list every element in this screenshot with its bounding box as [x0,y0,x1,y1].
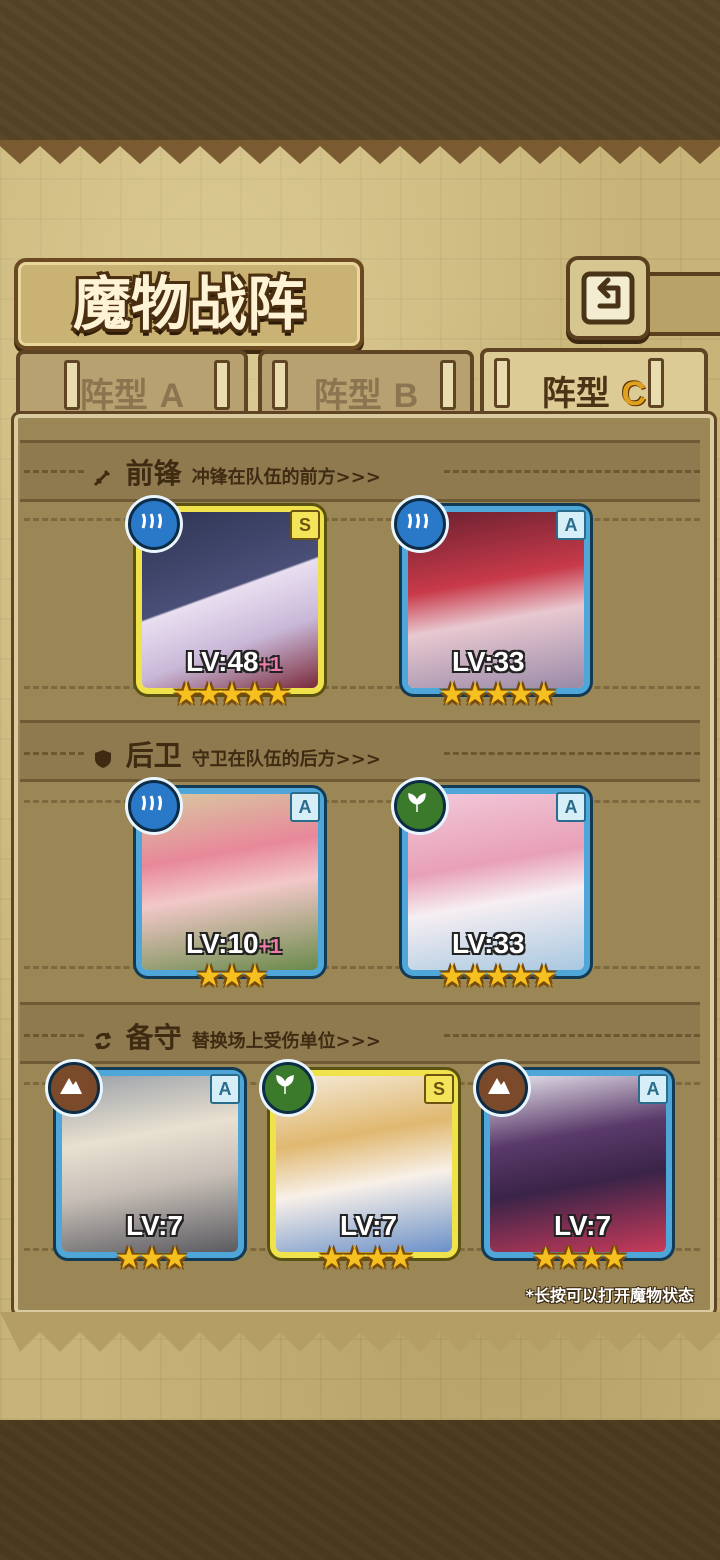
section-title: 后卫 [125,739,182,772]
monster-card-back-1[interactable]: A LV:10+1 ★★★ [128,780,324,994]
monster-card-front-1[interactable]: S LV:48+1 ★★★★★ [128,498,324,712]
monster-card-front-2[interactable]: A LV:33 ★★★★★ [394,498,590,712]
leaf-icon [408,793,426,812]
level-bonus: +1 [258,654,282,676]
level-bonus: +1 [258,936,282,958]
mountain-icon [488,1078,510,1094]
level-label: LV:10+1 [186,928,281,960]
rank-badge: A [210,1074,240,1104]
level-value: LV:33 [452,646,525,677]
star-rating: ★★★★ [318,1241,414,1276]
element-badge [128,498,180,550]
tab-formation-a[interactable]: 阵型 A [16,350,248,420]
section-desc: 替换场上受伤单位>>> [191,1031,381,1052]
star-rating: ★★★ [115,1241,189,1276]
level-value: LV:7 [554,1210,612,1241]
monster-card-back-2[interactable]: A LV:33 ★★★★★ [394,780,590,994]
star-rating: ★★★★ [532,1241,628,1276]
rank-badge: A [556,792,586,822]
star-rating: ★★★★★ [172,677,291,712]
mountain-icon [60,1078,82,1094]
swap-icon [94,1032,112,1050]
sword-icon [93,469,111,487]
element-badge [476,1062,528,1114]
level-value: LV:10 [186,928,259,959]
section-header-back: 后卫 守卫在队伍的后方>>> [92,734,381,774]
element-badge [394,780,446,832]
water-icon [407,513,428,529]
tab-label: 阵型 [313,376,382,416]
section-title: 备守 [125,1021,182,1054]
level-label: LV:7 [340,1210,397,1242]
back-button[interactable] [566,256,650,340]
level-label: LV:33 [452,646,525,678]
star-rating: ★★★ [195,959,269,994]
rank-badge: A [638,1074,668,1104]
rank-badge: S [290,510,320,540]
section-header-front: 前锋 冲锋在队伍的前方>>> [92,452,381,492]
level-label: LV:48+1 [186,646,281,678]
long-press-hint: *长按可以打开魔物状态 [525,1286,694,1305]
section-header-reserve: 备守 替换场上受伤单位>>> [92,1016,381,1056]
top-zigzag-edge [0,140,720,164]
level-label: LV:7 [126,1210,183,1242]
tab-suffix: C [621,375,647,413]
top-background [0,0,720,140]
element-badge [394,498,446,550]
monster-card-reserve-1[interactable]: A LV:7 ★★★ [48,1062,244,1276]
tab-label: 阵型 [541,374,610,414]
water-icon [141,513,162,529]
back-button-strip [640,272,720,336]
page-title: 魔物战阵 [72,270,305,338]
rank-badge: S [424,1074,454,1104]
bottom-background [0,1420,720,1560]
level-value: LV:7 [126,1210,184,1241]
title-plate: 魔物战阵 [14,258,364,350]
level-value: LV:48 [186,646,259,677]
rank-badge: A [556,510,586,540]
element-badge [262,1062,314,1114]
section-title: 前锋 [125,457,182,490]
star-rating: ★★★★★ [438,959,557,994]
bottom-zigzag-edge [0,1312,720,1352]
section-desc: 守卫在队伍的后方>>> [191,749,381,770]
rank-badge: A [290,792,320,822]
star-rating: ★★★★★ [438,677,557,712]
level-value: LV:33 [452,928,525,959]
shield-icon [95,750,111,768]
water-icon [141,795,162,811]
tab-suffix: B [393,377,419,415]
element-badge [48,1062,100,1114]
element-badge [128,780,180,832]
tab-suffix: A [159,377,185,415]
tab-formation-b[interactable]: 阵型 B [258,350,474,420]
level-label: LV:7 [554,1210,611,1242]
level-label: LV:33 [452,928,525,960]
leaf-icon [276,1075,294,1094]
section-desc: 冲锋在队伍的前方>>> [191,467,381,488]
monster-card-reserve-2[interactable]: S LV:7 ★★★★ [262,1062,458,1276]
level-value: LV:7 [340,1210,398,1241]
back-arrow-icon [581,271,635,325]
monster-card-reserve-3[interactable]: A LV:7 ★★★★ [476,1062,672,1276]
tab-label: 阵型 [79,376,148,416]
